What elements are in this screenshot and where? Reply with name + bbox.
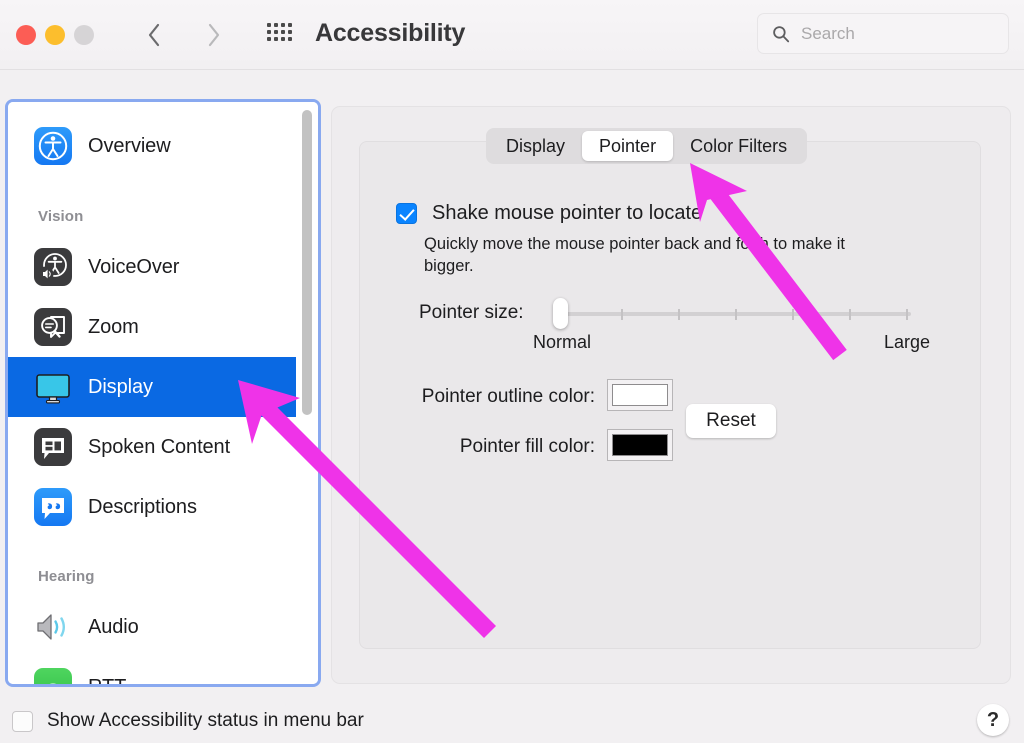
accessibility-icon — [34, 127, 72, 165]
sidebar: Overview Vision VoiceOver Zoom Display S… — [5, 99, 321, 687]
pointer-size-slider[interactable] — [553, 298, 911, 329]
outline-color-swatch — [612, 384, 668, 406]
slider-tick — [906, 309, 908, 320]
grid-icon — [266, 22, 292, 48]
zoom-button — [74, 25, 94, 45]
shake-pointer-description: Quickly move the mouse pointer back and … — [424, 235, 845, 276]
close-button[interactable] — [16, 25, 36, 45]
sidebar-item-label: VoiceOver — [88, 255, 180, 278]
sidebar-item-label: Overview — [88, 134, 171, 157]
tab-bar: Display Pointer Color Filters — [486, 128, 808, 164]
search-field[interactable]: Search — [757, 13, 1009, 54]
sidebar-section-vision: Vision — [38, 208, 84, 225]
sidebar-scrollbar-thumb[interactable] — [302, 110, 312, 415]
forward-chevron-icon — [208, 23, 220, 47]
slider-tick — [849, 309, 851, 320]
slider-tick — [678, 309, 680, 320]
back-chevron-icon — [148, 23, 160, 47]
sidebar-list: Overview Vision VoiceOver Zoom Display S… — [8, 102, 318, 684]
menu-bar-status-row[interactable]: Show Accessibility status in menu bar — [12, 710, 364, 732]
sidebar-item-voiceover[interactable]: VoiceOver — [8, 237, 296, 297]
reset-button[interactable]: Reset — [686, 404, 776, 438]
display-monitor-icon — [34, 368, 72, 406]
pointer-fill-color-label: Pointer fill color: — [459, 436, 595, 457]
forward-button[interactable] — [197, 15, 231, 55]
title-bar: Accessibility Search — [0, 0, 1024, 70]
back-button[interactable] — [137, 15, 171, 55]
voiceover-icon — [34, 248, 72, 286]
slider-min-label: Normal — [533, 332, 592, 352]
slider-tick — [621, 309, 623, 320]
search-placeholder: Search — [801, 23, 855, 43]
show-all-button[interactable] — [258, 20, 300, 50]
sidebar-item-label: Descriptions — [88, 495, 197, 518]
audio-speaker-icon — [34, 608, 72, 646]
descriptions-icon — [34, 488, 72, 526]
sidebar-item-descriptions[interactable]: Descriptions — [8, 477, 296, 537]
slider-max-label: Large — [884, 332, 931, 352]
accessibility-preferences-window: Accessibility Search Overview Vision Voi… — [0, 0, 1024, 743]
sidebar-item-label: RTT — [88, 676, 126, 685]
sidebar-item-spoken-content[interactable]: Spoken Content — [8, 417, 296, 477]
slider-track — [553, 312, 911, 316]
slider-knob[interactable] — [553, 298, 568, 329]
menu-bar-status-label: Show Accessibility status in menu bar — [47, 710, 364, 731]
traffic-lights — [16, 25, 94, 45]
sidebar-item-label: Audio — [88, 615, 139, 638]
slider-tick — [792, 309, 794, 320]
search-icon — [773, 25, 790, 42]
sidebar-item-rtt[interactable]: RTT — [8, 657, 296, 684]
zoom-icon — [34, 308, 72, 346]
pointer-outline-color-well[interactable] — [607, 379, 673, 411]
fill-color-swatch — [612, 434, 668, 456]
pointer-outline-color-label: Pointer outline color: — [421, 386, 595, 407]
page-title: Accessibility — [315, 19, 466, 47]
help-button[interactable]: ? — [977, 704, 1009, 736]
sidebar-item-audio[interactable]: Audio — [8, 597, 296, 657]
menu-bar-status-checkbox[interactable] — [12, 710, 33, 732]
tab-pointer[interactable]: Pointer — [582, 131, 674, 161]
shake-pointer-checkbox[interactable] — [396, 203, 417, 224]
minimize-button[interactable] — [45, 25, 65, 45]
sidebar-item-overview[interactable]: Overview — [8, 116, 296, 176]
sidebar-item-label: Spoken Content — [88, 435, 231, 458]
sidebar-item-zoom[interactable]: Zoom — [8, 297, 296, 357]
shake-pointer-label: Shake mouse pointer to locate — [432, 202, 703, 224]
rtt-phone-icon — [34, 668, 72, 684]
shake-pointer-checkbox-row[interactable]: Shake mouse pointer to locate — [396, 202, 702, 225]
sidebar-scrollbar[interactable] — [300, 106, 314, 680]
pointer-size-label: Pointer size: — [419, 302, 524, 323]
sidebar-item-label: Display — [88, 375, 153, 398]
slider-tick — [735, 309, 737, 320]
tab-display[interactable]: Display — [489, 131, 582, 161]
sidebar-item-label: Zoom — [88, 315, 139, 338]
sidebar-item-display[interactable]: Display — [8, 357, 296, 417]
pointer-fill-color-well[interactable] — [607, 429, 673, 461]
sidebar-section-hearing: Hearing — [38, 568, 95, 585]
tab-color-filters[interactable]: Color Filters — [673, 131, 804, 161]
spoken-content-icon — [34, 428, 72, 466]
